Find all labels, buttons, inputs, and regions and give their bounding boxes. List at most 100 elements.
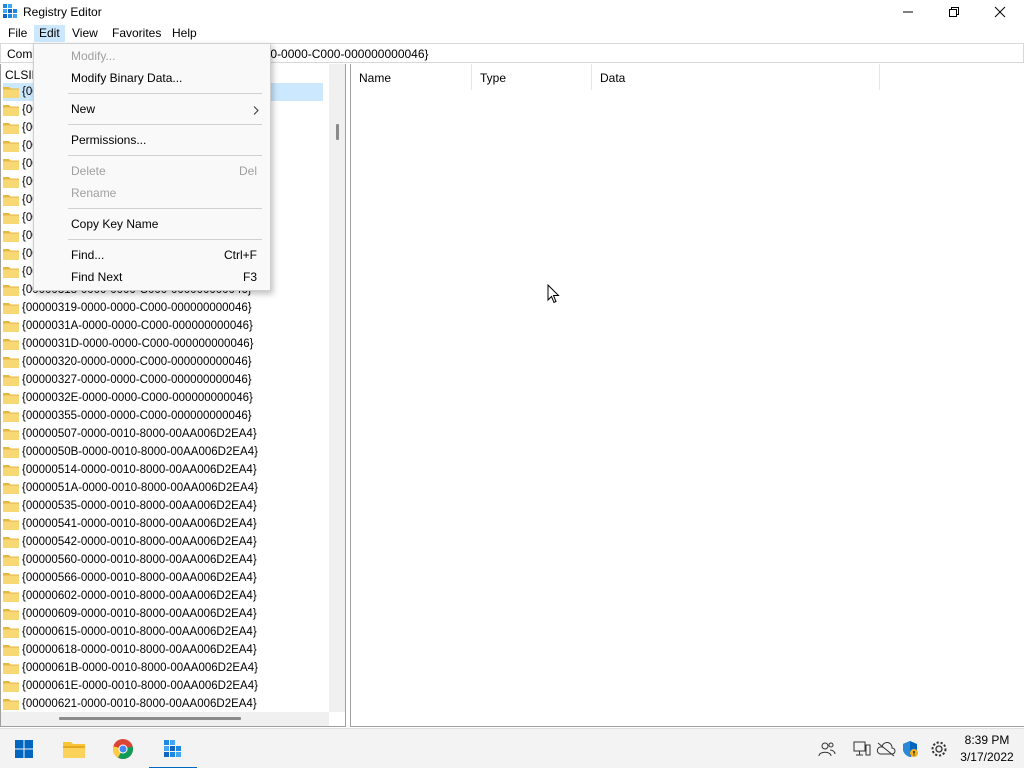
folder-icon — [3, 590, 19, 602]
tree-item[interactable]: {00000615-0000-0010-8000-00AA006D2EA4} — [3, 623, 323, 641]
tree-item-label: {0000051A-0000-0010-8000-00AA006D2EA4} — [22, 482, 258, 494]
horizontal-scroll-thumb[interactable] — [59, 717, 241, 720]
menu-file[interactable]: File — [3, 25, 32, 42]
folder-icon — [3, 230, 19, 242]
folder-icon — [3, 410, 19, 422]
folder-icon — [3, 626, 19, 638]
folder-icon — [3, 338, 19, 350]
chrome-icon — [112, 739, 134, 760]
tree-item[interactable]: {00000507-0000-0010-8000-00AA006D2EA4} — [3, 425, 323, 443]
values-pane[interactable]: Name Type Data — [350, 64, 1024, 727]
tree-item-label: {00000560-0000-0010-8000-00AA006D2EA4} — [22, 554, 257, 566]
start-button[interactable] — [0, 729, 48, 768]
tree-item[interactable]: {00000514-0000-0010-8000-00AA006D2EA4} — [3, 461, 323, 479]
menu-permissions[interactable]: Permissions... — [35, 129, 269, 151]
tree-item[interactable]: {00000327-0000-0000-C000-000000000046} — [3, 371, 323, 389]
menu-new[interactable]: New — [35, 98, 269, 120]
tree-item[interactable]: {00000566-0000-0010-8000-00AA006D2EA4} — [3, 569, 323, 587]
menu-separator — [68, 124, 262, 125]
restore-icon — [949, 7, 959, 17]
minimize-button[interactable] — [885, 0, 931, 24]
folder-icon — [3, 554, 19, 566]
network-icon[interactable] — [852, 739, 872, 759]
tree-item[interactable]: {0000050B-0000-0010-8000-00AA006D2EA4} — [3, 443, 323, 461]
vertical-scrollbar[interactable] — [329, 64, 345, 712]
menu-separator — [68, 155, 262, 156]
column-type[interactable]: Type — [472, 64, 592, 90]
menu-modify[interactable]: Modify... — [35, 45, 269, 67]
tree-item-label: {00000602-0000-0010-8000-00AA006D2EA4} — [22, 590, 257, 602]
tree-item[interactable]: {00000535-0000-0010-8000-00AA006D2EA4} — [3, 497, 323, 515]
tree-item[interactable]: {0000032E-0000-0000-C000-000000000046} — [3, 389, 323, 407]
menu-separator — [68, 208, 262, 209]
folder-icon — [3, 320, 19, 332]
taskbar: 8:39 PM 3/17/2022 — [0, 728, 1024, 768]
tree-item[interactable]: {00000542-0000-0010-8000-00AA006D2EA4} — [3, 533, 323, 551]
vertical-scroll-thumb[interactable] — [336, 124, 339, 140]
tree-item[interactable]: {00000320-0000-0000-C000-000000000046} — [3, 353, 323, 371]
menu-copy-key-name[interactable]: Copy Key Name — [35, 213, 269, 235]
tree-item[interactable]: {00000621-0000-0010-8000-00AA006D2EA4} — [3, 695, 323, 713]
menu-edit[interactable]: Edit — [34, 25, 65, 42]
file-explorer-icon — [63, 742, 85, 758]
windows-start-icon — [15, 740, 33, 758]
tree-item[interactable]: {00000609-0000-0010-8000-00AA006D2EA4} — [3, 605, 323, 623]
onedrive-icon[interactable] — [876, 739, 896, 759]
tree-item[interactable]: {0000051A-0000-0010-8000-00AA006D2EA4} — [3, 479, 323, 497]
menu-delete[interactable]: Delete Del — [35, 160, 269, 182]
menu-find[interactable]: Find... Ctrl+F — [35, 244, 269, 266]
menu-modify-binary-label: Modify Binary Data... — [71, 71, 183, 85]
folder-icon — [3, 158, 19, 170]
menu-favorites[interactable]: Favorites — [107, 25, 166, 42]
file-explorer-button[interactable] — [50, 729, 98, 768]
menu-find-next[interactable]: Find Next F3 — [35, 266, 269, 288]
tree-item-label: {00000319-0000-0000-C000-000000000046} — [22, 302, 252, 314]
close-button[interactable] — [977, 0, 1023, 24]
folder-icon — [3, 392, 19, 404]
tree-item-label: {0000061B-0000-0010-8000-00AA006D2EA4} — [22, 662, 258, 674]
tree-item[interactable]: {0000061E-0000-0010-8000-00AA006D2EA4} — [3, 677, 323, 695]
tree-item[interactable]: {0000061B-0000-0010-8000-00AA006D2EA4} — [3, 659, 323, 677]
column-name[interactable]: Name — [351, 64, 472, 90]
tree-item[interactable]: {00000560-0000-0010-8000-00AA006D2EA4} — [3, 551, 323, 569]
tree-item[interactable]: {0000031A-0000-0000-C000-000000000046} — [3, 317, 323, 335]
tree-item[interactable]: {0000031D-0000-0000-C000-000000000046} — [3, 335, 323, 353]
tree-item-label: {00000541-0000-0010-8000-00AA006D2EA4} — [22, 518, 257, 530]
taskbar-clock[interactable]: 8:39 PM 3/17/2022 — [955, 732, 1019, 766]
tree-item-label: {00000618-0000-0010-8000-00AA006D2EA4} — [22, 644, 257, 656]
tree-item[interactable]: {00000319-0000-0000-C000-000000000046} — [3, 299, 323, 317]
windows-security-icon[interactable] — [900, 739, 920, 759]
restore-button[interactable] — [931, 0, 977, 24]
folder-icon — [3, 302, 19, 314]
folder-icon — [3, 122, 19, 134]
folder-icon — [3, 446, 19, 458]
folder-icon — [3, 680, 19, 692]
menu-help[interactable]: Help — [167, 25, 202, 42]
folder-icon — [3, 212, 19, 224]
menu-view[interactable]: View — [67, 25, 103, 42]
people-icon[interactable] — [817, 739, 837, 759]
settings-gear-icon[interactable] — [929, 739, 949, 759]
tree-item[interactable]: {00000541-0000-0010-8000-00AA006D2EA4} — [3, 515, 323, 533]
folder-icon — [3, 572, 19, 584]
menu-rename[interactable]: Rename — [35, 182, 269, 204]
chrome-button[interactable] — [99, 729, 147, 768]
horizontal-scrollbar[interactable] — [1, 712, 329, 726]
registry-editor-icon — [2, 3, 18, 19]
tree-item[interactable]: {00000355-0000-0000-C000-000000000046} — [3, 407, 323, 425]
tree-item-label: {00000609-0000-0010-8000-00AA006D2EA4} — [22, 608, 257, 620]
menu-modify-binary[interactable]: Modify Binary Data... — [35, 67, 269, 89]
menu-copy-key-name-label: Copy Key Name — [71, 217, 159, 231]
menu-find-label: Find... — [71, 248, 105, 262]
menu-delete-label: Delete — [71, 164, 106, 178]
menu-delete-shortcut: Del — [238, 164, 257, 178]
folder-icon — [3, 662, 19, 674]
registry-editor-taskbar-button[interactable] — [149, 729, 197, 768]
tree-item[interactable]: {00000602-0000-0010-8000-00AA006D2EA4} — [3, 587, 323, 605]
tree-item[interactable]: {00000618-0000-0010-8000-00AA006D2EA4} — [3, 641, 323, 659]
column-data[interactable]: Data — [592, 64, 880, 90]
close-icon — [994, 6, 1006, 18]
minimize-icon — [903, 11, 913, 13]
tree-item-label: {00000621-0000-0010-8000-00AA006D2EA4} — [22, 698, 257, 710]
tree-item-label: {0000032E-0000-0000-C000-000000000046} — [22, 392, 253, 404]
